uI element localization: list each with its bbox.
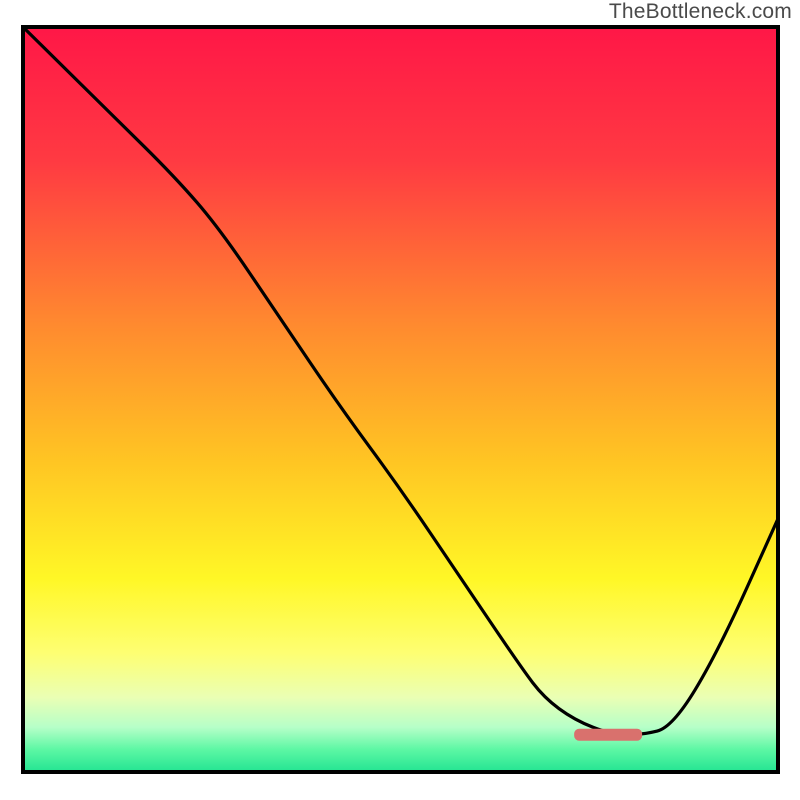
chart-svg: [0, 0, 800, 800]
bottleneck-chart: TheBottleneck.com: [0, 0, 800, 800]
optimal-marker: [574, 729, 642, 741]
watermark-text: TheBottleneck.com: [609, 0, 792, 24]
